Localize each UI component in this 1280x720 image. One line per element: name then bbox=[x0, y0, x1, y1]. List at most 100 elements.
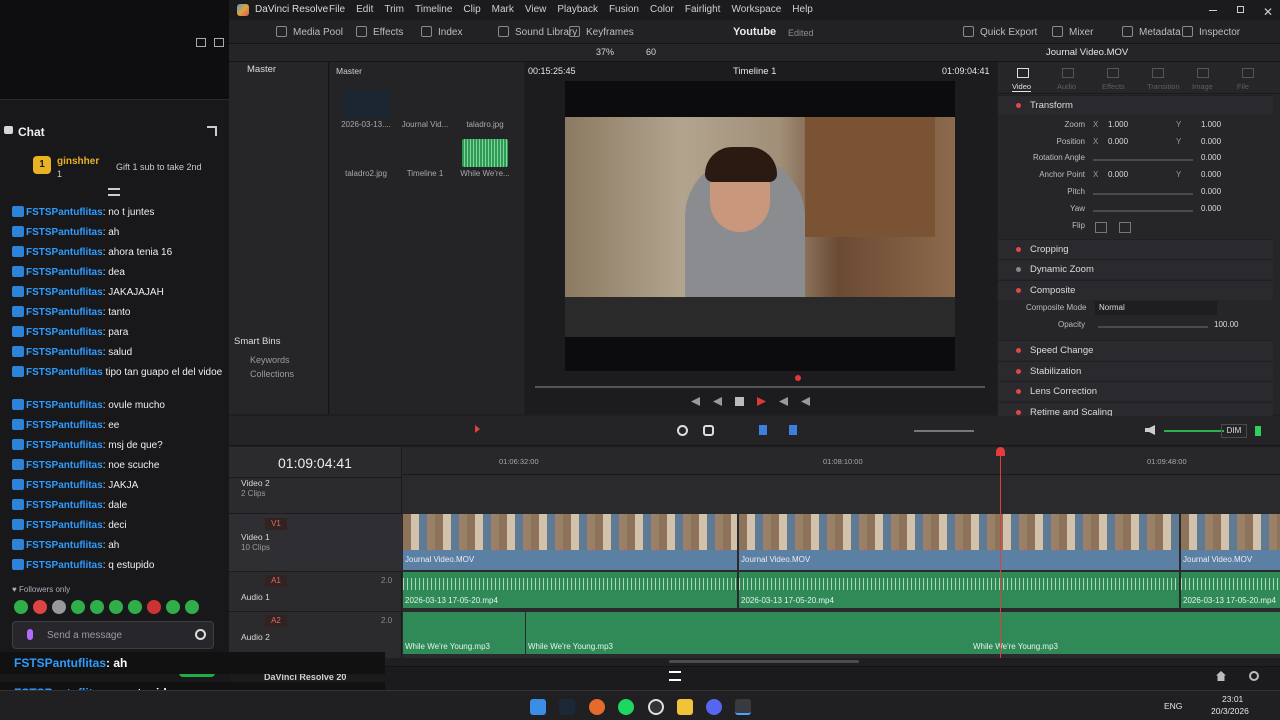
volume-slider[interactable] bbox=[1164, 430, 1224, 432]
toolbar-button[interactable]: Media Pool bbox=[276, 22, 343, 44]
playhead-marker[interactable] bbox=[795, 375, 801, 381]
composite-mode-select[interactable]: Normal bbox=[1095, 301, 1217, 315]
value-field[interactable]: 0.000 bbox=[1108, 170, 1128, 179]
marker-icon[interactable] bbox=[789, 425, 797, 435]
language[interactable]: ENG bbox=[1164, 701, 1182, 711]
toolbar-button[interactable]: Mixer bbox=[1052, 22, 1093, 44]
scroll-down-icon[interactable] bbox=[108, 188, 120, 196]
a2-toggle[interactable]: A2 bbox=[265, 615, 287, 627]
toolbar-button[interactable]: Metadata bbox=[1122, 22, 1181, 44]
toolbar-button[interactable]: Quick Export bbox=[963, 22, 1037, 44]
chat-username[interactable]: FSTSPantuflitas bbox=[26, 347, 103, 358]
menu-item[interactable]: Fusion bbox=[609, 4, 639, 15]
next-icon[interactable] bbox=[779, 397, 788, 406]
audio-clip[interactable]: 2026-03-13 17-05-20.mp4 bbox=[403, 572, 737, 608]
chat-username[interactable]: FSTSPantuflitas bbox=[26, 327, 103, 338]
resolve-taskbar-icon[interactable] bbox=[735, 699, 751, 715]
loop-icon[interactable] bbox=[801, 397, 810, 406]
menu-item[interactable]: Fairlight bbox=[685, 4, 721, 15]
music-clip[interactable]: While We're Young.mp3 bbox=[526, 612, 971, 654]
inspector-section[interactable]: Composite bbox=[998, 280, 1273, 300]
toolbar-button[interactable]: Keyframes bbox=[569, 22, 634, 44]
enable-dot-icon[interactable] bbox=[1016, 247, 1021, 252]
slider[interactable] bbox=[1093, 159, 1193, 161]
video-clip[interactable]: Journal Video.MOV bbox=[1181, 514, 1280, 570]
music-clip[interactable]: While We're Young.mp3 bbox=[403, 612, 525, 654]
chat-username[interactable]: FSTSPantuflitas bbox=[26, 207, 103, 218]
enable-dot-icon[interactable] bbox=[1016, 410, 1021, 415]
steam-icon[interactable] bbox=[559, 699, 575, 715]
media-thumbnail[interactable] bbox=[462, 90, 508, 118]
edit-page-icon[interactable] bbox=[669, 671, 681, 681]
menu-item[interactable]: Workspace bbox=[731, 4, 781, 15]
scrubber-bar[interactable] bbox=[535, 386, 985, 388]
media-thumbnail[interactable] bbox=[402, 139, 448, 167]
prev-frame-icon[interactable] bbox=[713, 397, 722, 406]
snap-icon[interactable] bbox=[677, 425, 688, 436]
inspector-tab[interactable]: Effects bbox=[1102, 82, 1125, 91]
flag-icon[interactable] bbox=[759, 425, 767, 435]
toolbar-button[interactable]: Sound Library bbox=[498, 22, 577, 44]
chat-username[interactable]: FSTSPantuflitas bbox=[26, 540, 103, 551]
flip-vertical-icon[interactable] bbox=[1119, 222, 1131, 233]
chat-username[interactable]: FSTSPantuflitas bbox=[26, 480, 103, 491]
menu-item[interactable]: View bbox=[525, 4, 547, 15]
value-field[interactable]: 0.000 bbox=[1108, 137, 1128, 146]
value-field[interactable]: 0.000 bbox=[1201, 204, 1221, 213]
timeline-scrollbar[interactable] bbox=[669, 660, 859, 663]
menu-item[interactable]: File bbox=[329, 4, 345, 15]
start-icon[interactable] bbox=[530, 699, 546, 715]
enable-dot-icon[interactable] bbox=[1016, 348, 1021, 353]
play-icon[interactable] bbox=[757, 397, 766, 406]
emote-row[interactable] bbox=[14, 600, 224, 615]
master-bin[interactable]: Master bbox=[247, 64, 276, 75]
enable-dot-icon[interactable] bbox=[1016, 389, 1021, 394]
opacity-value[interactable]: 100.00 bbox=[1214, 320, 1238, 329]
zoom-level[interactable]: 37% bbox=[596, 47, 614, 57]
minimize-icon[interactable] bbox=[1209, 10, 1217, 11]
enable-dot-icon[interactable] bbox=[1016, 369, 1021, 374]
menu-item[interactable]: Trim bbox=[384, 4, 404, 15]
value-field[interactable]: 1.000 bbox=[1108, 120, 1128, 129]
fps-value[interactable]: 60 bbox=[646, 47, 656, 57]
chat-username[interactable]: FSTSPantuflitas bbox=[26, 420, 103, 431]
firefox-icon[interactable] bbox=[589, 699, 605, 715]
chat-username[interactable]: FSTSPantuflitas bbox=[26, 307, 103, 318]
video-clip[interactable]: Journal Video.MOV bbox=[403, 514, 737, 570]
inspector-section[interactable]: Lens Correction bbox=[998, 381, 1273, 401]
chat-username[interactable]: FSTSPantuflitas bbox=[26, 500, 103, 511]
slider[interactable] bbox=[1093, 193, 1193, 195]
enable-dot-icon[interactable] bbox=[1016, 288, 1021, 293]
media-thumbnail[interactable] bbox=[402, 90, 448, 118]
inspector-tab[interactable]: Transition bbox=[1147, 82, 1180, 91]
popout-icon[interactable] bbox=[196, 38, 206, 47]
inspector-tab-icon[interactable] bbox=[1152, 68, 1164, 78]
enable-dot-icon[interactable] bbox=[1016, 267, 1021, 272]
media-thumbnail[interactable] bbox=[462, 139, 508, 167]
inspector-tab-icon[interactable] bbox=[1242, 68, 1254, 78]
slider[interactable] bbox=[1093, 210, 1193, 212]
menu-item[interactable]: Color bbox=[650, 4, 674, 15]
inspector-section[interactable]: Dynamic Zoom bbox=[998, 259, 1273, 279]
video-clip[interactable]: Journal Video.MOV bbox=[739, 514, 1179, 570]
chat-username[interactable]: FSTSPantuflitas bbox=[26, 247, 103, 258]
timeline-ruler[interactable]: 01:06:32:00 01:08:10:00 01:09:48:00 bbox=[403, 447, 1280, 475]
chat-username[interactable]: FSTSPantuflitas bbox=[26, 440, 103, 451]
keywords-bin[interactable]: Keywords bbox=[250, 355, 290, 365]
timeline-playhead[interactable] bbox=[1000, 449, 1001, 658]
a1-toggle[interactable]: A1 bbox=[265, 575, 287, 587]
value-field[interactable]: 0.000 bbox=[1201, 170, 1221, 179]
inspector-tab-icon[interactable] bbox=[1017, 68, 1029, 78]
playhead-handle[interactable] bbox=[996, 447, 1005, 456]
home-icon[interactable] bbox=[1216, 671, 1226, 681]
maximize-icon[interactable] bbox=[1237, 6, 1244, 13]
chat-username[interactable]: FSTSPantuflitas bbox=[26, 400, 103, 411]
audio-clip[interactable]: 2026-03-13 17-05-20.mp4 bbox=[1181, 572, 1280, 608]
video-frame[interactable] bbox=[565, 81, 955, 371]
zoom-slider[interactable] bbox=[914, 430, 974, 432]
clock-time[interactable]: 23:01 bbox=[1222, 694, 1243, 704]
obs-icon[interactable] bbox=[648, 699, 664, 715]
inspector-tab[interactable]: File bbox=[1237, 82, 1249, 91]
rewind-icon[interactable] bbox=[691, 397, 700, 406]
chat-input[interactable]: Send a message bbox=[12, 621, 214, 649]
